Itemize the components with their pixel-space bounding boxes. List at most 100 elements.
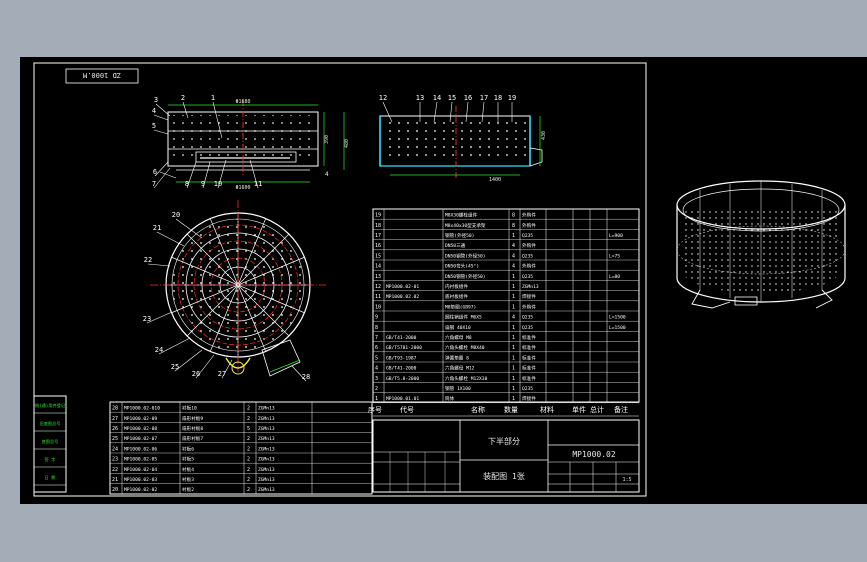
bom-row-qty: 8 (512, 213, 515, 219)
balloon-number: 28 (302, 373, 310, 381)
balloon-number: 13 (416, 94, 424, 102)
bom-row-material: 外购件 (522, 303, 536, 310)
bom-row-qty: 1 (512, 355, 515, 361)
balloon-number: 10 (214, 180, 222, 188)
balloon-number: 1 (211, 94, 215, 102)
balloon-number: 24 (155, 346, 163, 354)
bom-row-qty: 1 (512, 345, 515, 351)
svg-text:Φ1680: Φ1680 (235, 99, 250, 105)
bom-row-no: 23 (112, 457, 118, 463)
side-stamp-label: 借(通)用件登记 (35, 402, 66, 409)
bom-row-material: Q235 (522, 274, 533, 280)
bom-row-name: 扁钢 40X10 (445, 324, 471, 331)
bom-header-cell: 名称 (471, 405, 485, 414)
bom-row-note: L=1500 (609, 315, 626, 321)
bom-row-material: 外购件 (522, 212, 536, 219)
bom-row-code: MP1000.02-08 (124, 426, 157, 432)
bom-row-no: 13 (375, 274, 381, 280)
balloon-number: 5 (152, 122, 156, 130)
bom-row-qty: 1 (512, 386, 515, 392)
bom-row-qty: 1 (512, 294, 515, 300)
bom-row-name: 衬板3 (182, 476, 194, 483)
bom-row-code: MP1000.02-09 (124, 416, 157, 422)
bom-row-name: 钢管(外径50) (445, 232, 474, 239)
bom-row-material: 标准件 (522, 375, 536, 382)
svg-text:MP1000.02: MP1000.02 (572, 450, 616, 459)
bom-row-name: 六角螺母 M8 (445, 334, 472, 341)
bom-header-cell: 数量 (504, 405, 518, 414)
bom-row-name: DN50弯头(45°) (445, 263, 479, 270)
bom-header-cell: 备注 (614, 405, 628, 414)
svg-text:下半部分: 下半部分 (488, 436, 520, 446)
bom-row: 3 GB/T5.8-2000 六角头螺栓 M12X30 1 标准件 (375, 375, 536, 382)
bom-row-note: L=900 (609, 233, 623, 239)
bom-row-name: 衬板6 (182, 445, 194, 452)
bom-row-material: ZGMn13 (258, 487, 275, 493)
balloon-number: 14 (433, 94, 441, 102)
balloon-number: 23 (143, 315, 151, 323)
bom-row-code: MP1000.02-03 (124, 477, 157, 483)
bom-row-material: ZGMn13 (258, 406, 275, 412)
bom-row-qty: 2 (247, 487, 250, 493)
balloon-number: 9 (201, 180, 205, 188)
bom-row-qty: 8 (512, 223, 515, 229)
bom-row-note: L=80 (609, 274, 620, 280)
bom-row-no: 21 (112, 477, 118, 483)
svg-text:ZD 1000.M: ZD 1000.M (83, 71, 121, 79)
bom-row-no: 1 (375, 396, 378, 402)
balloon-number: 20 (172, 211, 180, 219)
bom-row-material: ZGMn13 (258, 416, 275, 422)
svg-text:390: 390 (324, 135, 330, 144)
bom-row-qty: 2 (247, 416, 250, 422)
bom-row-material: Q235 (522, 315, 533, 321)
bom-row-name: 钢管 1X100 (445, 385, 471, 392)
balloon-number: 6 (153, 168, 157, 176)
bom-row-material: 焊接件 (522, 293, 536, 300)
side-stamp-label: 签 字 (45, 456, 56, 462)
bom-row-qty: 5 (247, 426, 250, 432)
bom-row-no: 2 (375, 386, 378, 392)
bom-row-code: MP1000.02-01 (386, 284, 419, 290)
bom-row-code: MP1000.01.01 (386, 396, 419, 402)
bom-row-qty: 1 (512, 325, 515, 331)
balloon-number: 15 (448, 94, 456, 102)
bom-row-name: 弹簧垫圈 8 (445, 354, 469, 361)
bom-row-name: M8垫圈(GB97) (445, 303, 476, 310)
bom-row-no: 17 (375, 233, 381, 239)
bom-row-qty: 2 (247, 446, 250, 452)
bom-row-material: Q235 (522, 325, 533, 331)
bom-row-code: MP1000.02-02 (124, 487, 157, 493)
bom-row-qty: 2 (247, 436, 250, 442)
balloon-number: 4 (152, 107, 156, 115)
bom-row-name: 扇形衬板7 (182, 435, 203, 442)
bom-row-material: ZGMn13 (522, 284, 539, 290)
bom-row-code: GB/T93-1987 (386, 355, 417, 361)
balloon-number: 21 (153, 224, 161, 232)
svg-text:装配图 1张: 装配图 1张 (483, 471, 525, 481)
bom-row: 12 MP1000.02-01 内衬板组件 1 ZGMn13 (375, 283, 539, 290)
bom-row-no: 10 (375, 304, 381, 310)
bom-row-name: DN50钢管(外径50) (445, 252, 486, 259)
bom-row: 6 GB/T5781-2000 六角头螺栓 M8X40 1 标准件 (375, 344, 536, 351)
bom-row-code: GB/T5781-2000 (386, 345, 422, 351)
bom-row-qty: 2 (247, 406, 250, 412)
balloon-number: 19 (508, 94, 516, 102)
bom-row-note: L=75 (609, 253, 620, 259)
svg-text:1:5: 1:5 (622, 477, 631, 483)
bom-row-qty: 1 (512, 376, 515, 382)
bom-row-material: 外购件 (522, 222, 536, 229)
svg-text:480: 480 (344, 139, 350, 148)
bom-row-qty: 4 (512, 315, 515, 321)
bom-row-code: MP1000.02-05 (124, 457, 157, 463)
bom-row-code: MP1000.02-010 (124, 406, 160, 412)
bom-header-cell: 序号 (368, 405, 382, 414)
bom-row-no: 19 (375, 213, 381, 219)
balloon-number: 26 (192, 370, 200, 378)
bom-row-note: L=1500 (609, 325, 626, 331)
bom-header-cell: 代号 (400, 405, 414, 414)
bom-row-name: 圆柱销组件 M6X5 (445, 314, 482, 321)
bom-row-qty: 1 (512, 284, 515, 290)
balloon-number: 18 (494, 94, 502, 102)
balloon-number: 16 (464, 94, 472, 102)
bom-row-qty: 4 (512, 253, 515, 259)
